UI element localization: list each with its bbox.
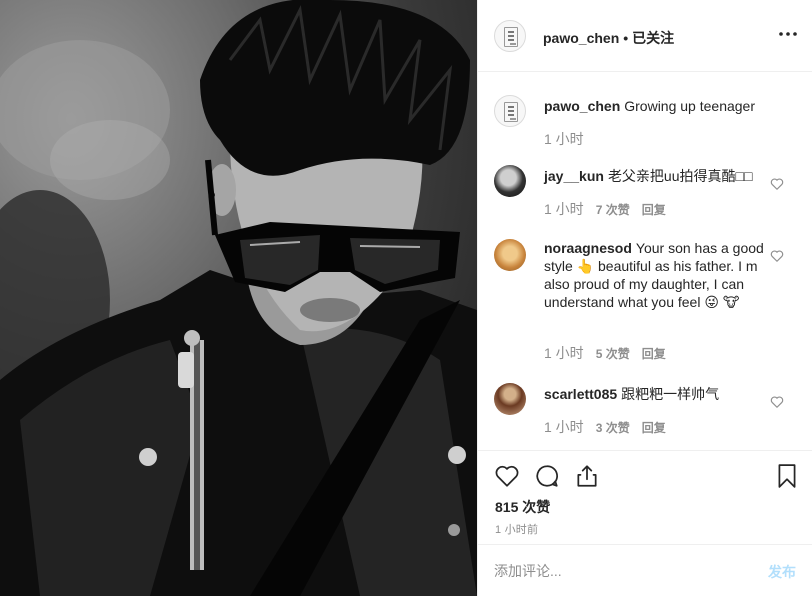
comment-username[interactable]: noraagnesod <box>544 240 632 256</box>
comment-like-icon[interactable] <box>770 249 784 263</box>
caption-body: pawo_chen Growing up teenager <box>544 97 764 115</box>
comment-likes-count[interactable]: 5 次赞 <box>596 347 630 361</box>
post-image[interactable] <box>0 0 477 596</box>
author-avatar[interactable] <box>494 20 526 52</box>
reply-button[interactable]: 回复 <box>642 421 666 435</box>
comment-likes-count[interactable]: 3 次赞 <box>596 421 630 435</box>
bookmark-icon[interactable] <box>774 463 800 489</box>
reply-button[interactable]: 回复 <box>642 203 666 217</box>
comment-input[interactable] <box>494 559 744 583</box>
comment-bubble-icon[interactable] <box>534 463 560 489</box>
comment-body: scarlett085 跟粑粑一样帅气 <box>544 385 764 403</box>
commenter-avatar[interactable] <box>494 165 526 197</box>
ellipsis-icon[interactable] <box>778 27 798 41</box>
share-icon[interactable] <box>574 463 600 489</box>
comment-time[interactable]: 1 小时 <box>544 201 584 217</box>
post-details-panel: pawo_chen • 已关注 pawo_chen Growing up teenag… <box>477 0 812 596</box>
author-info: pawo_chen • 已关注 <box>543 28 674 48</box>
separator-dot: • <box>623 30 629 46</box>
author-username[interactable]: pawo_chen <box>543 30 619 46</box>
brand-logo-icon <box>504 27 518 47</box>
comment-time[interactable]: 1 小时 <box>544 131 584 147</box>
brand-logo-icon <box>504 102 518 122</box>
follow-status-button[interactable]: 已关注 <box>632 30 674 46</box>
caption-author-avatar[interactable] <box>494 95 526 127</box>
comments-list[interactable]: pawo_chen Growing up teenager 1 小时 jay__k… <box>478 73 812 450</box>
post-comment-button[interactable]: 发布 <box>768 562 796 582</box>
comment-username[interactable]: scarlett085 <box>544 386 617 402</box>
comment-meta: 1 小时 3 次赞 回复 <box>544 417 678 437</box>
post-timestamp[interactable]: 1 小时前 <box>495 521 538 537</box>
commenter-avatar[interactable] <box>494 239 526 271</box>
comment-likes-count[interactable]: 7 次赞 <box>596 203 630 217</box>
comment-like-icon[interactable] <box>770 177 784 191</box>
post-photo-graphic <box>0 0 477 596</box>
comment-body: jay__kun 老父亲把uu拍得真酷□□ <box>544 167 764 185</box>
commenter-avatar[interactable] <box>494 383 526 415</box>
reply-button[interactable]: 回复 <box>642 347 666 361</box>
caption-text: Growing up teenager <box>624 98 756 114</box>
likes-count[interactable]: 815 次赞 <box>495 497 550 517</box>
comment-like-icon[interactable] <box>770 395 784 409</box>
comment-text: 老父亲把uu拍得真酷□□ <box>607 168 753 184</box>
comment-meta: 1 小时 7 次赞 回复 <box>544 199 678 219</box>
comment-composer: 发布 <box>478 544 812 596</box>
comment-username[interactable]: jay__kun <box>544 168 604 184</box>
comment-time[interactable]: 1 小时 <box>544 345 584 361</box>
caption-username[interactable]: pawo_chen <box>544 98 620 114</box>
post-actions: 815 次赞 1 小时前 <box>478 450 812 546</box>
comment-meta: 1 小时 5 次赞 回复 <box>544 343 678 363</box>
comment-text: 跟粑粑一样帅气 <box>621 386 720 402</box>
post-header: pawo_chen • 已关注 <box>478 0 812 72</box>
like-heart-icon[interactable] <box>494 463 520 489</box>
comment-time[interactable]: 1 小时 <box>544 419 584 435</box>
caption-meta: 1 小时 <box>544 129 596 149</box>
comment-body: noraagnesod Your son has a good style 👆 b… <box>544 239 764 311</box>
